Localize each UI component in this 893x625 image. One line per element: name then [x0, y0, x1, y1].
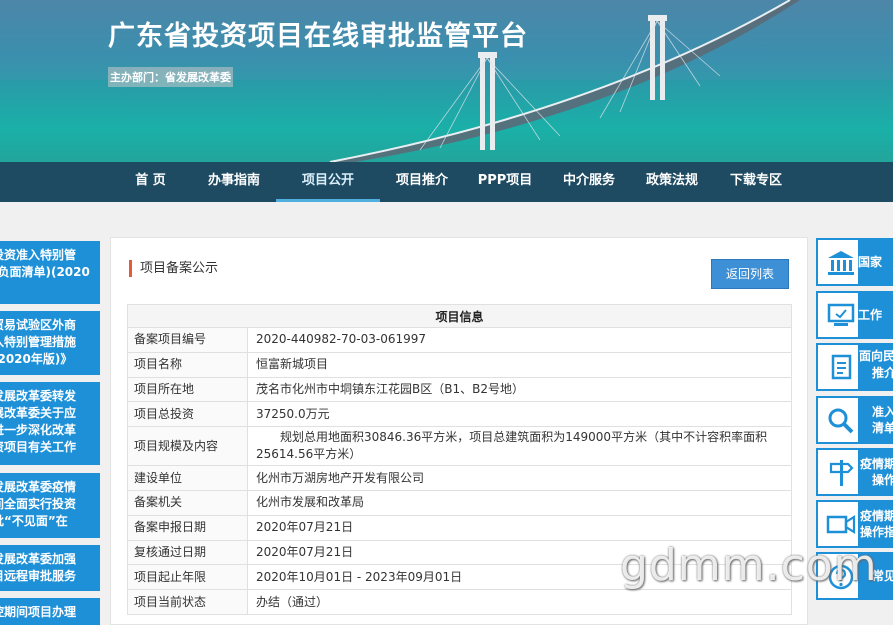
left-link-ftz-list[interactable]: 由贸易试验区外商 准入特别管理措施 》(2020年版)》: [0, 311, 100, 375]
row-key: 建设单位: [127, 465, 248, 491]
right-link-label: 操作: [872, 473, 893, 487]
right-link-label: 面向民: [859, 349, 893, 363]
row-value: 37250.0万元: [247, 401, 792, 428]
table-row: 建设单位 化州市万湖房地产开发有限公司: [127, 465, 792, 491]
left-link-reform-notice[interactable]: 省发展改革委转发 发展改革委关于应 情进一步深化改革 外资项目有关工作: [0, 382, 100, 465]
left-link-no-contact[interactable]: 省发展改革委疫情 期间全面实行投资 审批“不见面”在: [0, 473, 100, 538]
header-banner: 广东省投资项目在线审批监管平台 主办部门：省发展改革委: [0, 0, 893, 162]
nav-item-agency[interactable]: 中介服务: [555, 162, 623, 202]
left-link-line: 省发展改革委转发: [0, 389, 77, 403]
row-key: 项目当前状态: [127, 589, 248, 615]
left-link-line: 》: [0, 281, 96, 298]
right-link-label: 疫情期: [860, 457, 893, 471]
left-link-line: 外资项目有关工作: [0, 440, 77, 454]
row-key: 项目名称: [127, 351, 248, 378]
right-link-epidemic-ops[interactable]: 疫情期 操作: [816, 448, 893, 496]
left-link-remote-approval[interactable]: 省发展改革委加强 项目远程审批服务: [0, 545, 100, 591]
row-value: 规划总用地面积30846.36平方米，项目总建筑面积为149000平方米（其中不…: [256, 430, 768, 462]
right-link-label: 准入: [872, 405, 893, 419]
table-row: 项目总投资 37250.0万元: [127, 401, 792, 428]
left-link-negative-list[interactable]: 商投资准入特别管 施(负面清单)(2020 》: [0, 241, 100, 304]
signpost-icon: [824, 456, 858, 490]
table-header: 项目信息: [127, 304, 792, 328]
monitor-icon: [824, 299, 858, 333]
row-key: 复核通过日期: [127, 539, 248, 566]
table-row: 备案项目编号 2020-440982-70-03-061997: [127, 327, 792, 353]
right-link-label: 疫情期: [860, 509, 893, 523]
nav-item-guide[interactable]: 办事指南: [200, 162, 268, 202]
table-row: 备案机关 化州市发展和改革局: [127, 489, 792, 516]
left-link-line: 由贸易试验区外商: [0, 318, 77, 332]
left-link-line: 防控期间项目办理: [0, 605, 77, 619]
row-key: 项目规模及内容: [127, 426, 248, 467]
right-link-label: 操作指: [860, 525, 893, 539]
main-nav: 首 页 办事指南 项目公开 项目推介 PPP项目 中介服务 政策法规 下载专区: [0, 162, 893, 202]
back-to-list-button[interactable]: 返回列表: [711, 259, 789, 289]
row-key: 备案机关: [127, 489, 248, 516]
left-link-epidemic-process[interactable]: 防控期间项目办理 搬: [0, 598, 100, 625]
left-link-line: 发展改革委关于应: [0, 406, 77, 420]
row-key: 备案申报日期: [127, 514, 248, 541]
row-key: 项目总投资: [127, 401, 248, 428]
video-icon: [824, 508, 858, 542]
nav-item-download[interactable]: 下载专区: [722, 162, 790, 202]
row-value: 化州市万湖房地产开发有限公司: [247, 465, 792, 491]
row-key: 项目所在地: [127, 376, 248, 403]
left-link-line: 情进一步深化改革: [0, 423, 77, 437]
document-icon: [824, 351, 858, 385]
left-link-line: 施(负面清单)(2020: [0, 265, 90, 279]
nav-item-home[interactable]: 首 页: [123, 162, 178, 202]
table-row: 项目所在地 茂名市化州市中垌镇东江花园B区（B1、B2号地）: [127, 376, 792, 403]
left-link-line: 搬: [0, 621, 96, 625]
right-link-label: 国家: [858, 255, 883, 269]
row-key: 备案项目编号: [127, 327, 248, 353]
table-row: 项目当前状态 办结（通过）: [127, 589, 792, 615]
left-link-line: 准入特别管理措施: [0, 335, 77, 349]
right-link-label: 推介: [872, 366, 893, 380]
nav-item-ppp[interactable]: PPP项目: [470, 162, 540, 202]
table-row: 项目名称 恒富新城项目: [127, 351, 792, 378]
row-value: 恒富新城项目: [247, 351, 792, 378]
nav-item-promotion[interactable]: 项目推介: [388, 162, 456, 202]
site-subtitle: 主办部门：省发展改革委: [108, 67, 233, 87]
row-value: 2020-440982-70-03-061997: [247, 327, 792, 353]
institution-icon: [824, 246, 858, 280]
nav-item-policy[interactable]: 政策法规: [638, 162, 706, 202]
left-link-line: 》(2020年版)》: [0, 352, 73, 366]
row-value-cell: 规划总用地面积30846.36平方米，项目总建筑面积为149000平方米（其中不…: [247, 426, 792, 467]
row-value: 2020年07月21日: [247, 514, 792, 541]
left-link-line: 审批“不见面”在: [0, 514, 68, 528]
table-row: 项目规模及内容 规划总用地面积30846.36平方米，项目总建筑面积为14900…: [127, 426, 792, 467]
left-link-line: 省发展改革委疫情: [0, 480, 77, 494]
row-value: 化州市发展和改革局: [247, 489, 792, 516]
right-link-access-list[interactable]: 准入 清单: [816, 396, 893, 444]
right-link-work[interactable]: 工作: [816, 291, 893, 339]
right-link-national[interactable]: 国家: [816, 238, 893, 286]
row-value: 茂名市化州市中垌镇东江花园B区（B1、B2号地）: [247, 376, 792, 403]
nav-item-projects[interactable]: 项目公开: [276, 162, 380, 202]
watermark: gdmm.com: [620, 540, 878, 591]
site-title: 广东省投资项目在线审批监管平台: [108, 21, 528, 52]
right-link-label: 清单: [872, 421, 893, 435]
left-link-line: 商投资准入特别管: [0, 248, 77, 262]
panel-title: 项目备案公示: [129, 260, 218, 277]
row-key: 项目起止年限: [127, 564, 248, 591]
left-link-line: 省发展改革委加强: [0, 552, 77, 566]
right-link-private-promotion[interactable]: 面向民 推介: [816, 343, 893, 391]
search-icon: [824, 404, 858, 438]
table-row: 备案申报日期 2020年07月21日: [127, 514, 792, 541]
left-link-line: 期间全面实行投资: [0, 497, 77, 511]
right-link-label: 工作: [858, 308, 883, 322]
left-link-line: 项目远程审批服务: [0, 569, 77, 583]
row-value: 办结（通过）: [247, 589, 792, 615]
